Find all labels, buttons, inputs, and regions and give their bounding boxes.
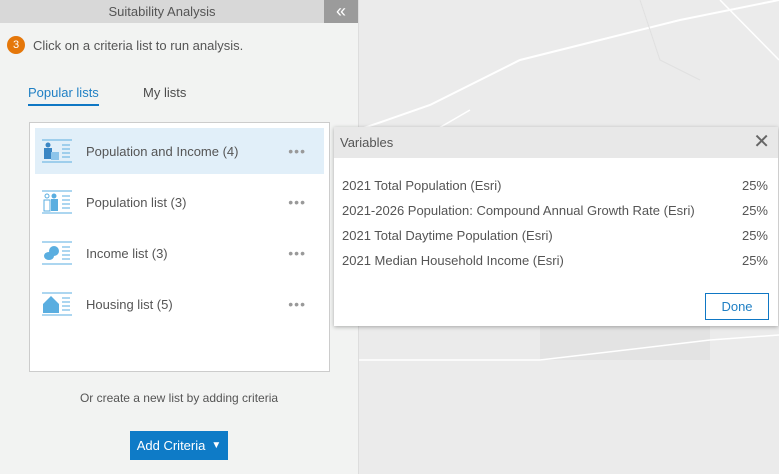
more-options-icon[interactable]: ••• — [288, 245, 306, 261]
list-item-housing[interactable]: Housing list (5) ••• — [35, 281, 324, 327]
variables-popup: Variables ✕ 2021 Total Population (Esri) 2… — [334, 127, 778, 326]
step-instruction: 3 Click on a criteria list to run analys… — [7, 36, 243, 54]
list-item-population[interactable]: Population list (3) ••• — [35, 179, 324, 225]
variable-name: 2021-2026 Population: Compound Annual Gr… — [342, 203, 695, 218]
variable-row: 2021 Total Daytime Population (Esri) 25% — [342, 228, 768, 243]
double-chevron-left-icon: « — [335, 1, 346, 21]
population-income-icon — [42, 139, 72, 163]
variable-row: 2021 Median Household Income (Esri) 25% — [342, 253, 768, 268]
done-button[interactable]: Done — [705, 293, 769, 320]
more-options-icon[interactable]: ••• — [288, 194, 306, 210]
add-criteria-button[interactable]: Add Criteria ▼ — [130, 431, 228, 460]
list-item-population-income[interactable]: Population and Income (4) ••• — [35, 128, 324, 174]
step-text: Click on a criteria list to run analysis… — [33, 37, 244, 53]
add-criteria-label: Add Criteria — [136, 438, 206, 453]
variable-name: 2021 Median Household Income (Esri) — [342, 253, 564, 268]
variable-weight: 25% — [741, 203, 768, 218]
panel-title: Suitability Analysis — [0, 0, 324, 23]
variable-name: 2021 Total Daytime Population (Esri) — [342, 228, 553, 243]
list-item-label: Population and Income (4) — [86, 143, 239, 159]
popup-title: Variables — [340, 135, 394, 150]
suitability-panel: Suitability Analysis « 3 Click on a crit… — [0, 0, 359, 474]
more-options-icon[interactable]: ••• — [288, 296, 306, 312]
variable-weight: 25% — [741, 253, 768, 268]
collapse-button[interactable]: « — [324, 0, 358, 23]
step-badge: 3 — [7, 36, 25, 54]
list-item-label: Income list (3) — [86, 245, 168, 261]
variable-weight: 25% — [741, 178, 768, 193]
variable-row: 2021 Total Population (Esri) 25% — [342, 178, 768, 193]
population-icon — [42, 190, 72, 214]
tab-my-lists[interactable]: My lists — [143, 85, 186, 100]
list-item-label: Population list (3) — [86, 194, 187, 210]
list-item-income[interactable]: Income list (3) ••• — [35, 230, 324, 276]
close-icon[interactable]: ✕ — [753, 127, 770, 158]
variable-name: 2021 Total Population (Esri) — [342, 178, 502, 193]
more-options-icon[interactable]: ••• — [288, 143, 306, 159]
variable-row: 2021-2026 Population: Compound Annual Gr… — [342, 203, 768, 218]
tab-popular-lists[interactable]: Popular lists — [28, 85, 99, 106]
income-icon — [42, 241, 72, 265]
housing-icon — [42, 292, 72, 316]
variable-weight: 25% — [741, 228, 768, 243]
list-item-label: Housing list (5) — [86, 296, 173, 312]
create-list-hint: Or create a new list by adding criteria — [79, 391, 279, 405]
caret-down-icon: ▼ — [211, 440, 222, 451]
criteria-list: Population and Income (4) ••• Population… — [29, 122, 330, 372]
